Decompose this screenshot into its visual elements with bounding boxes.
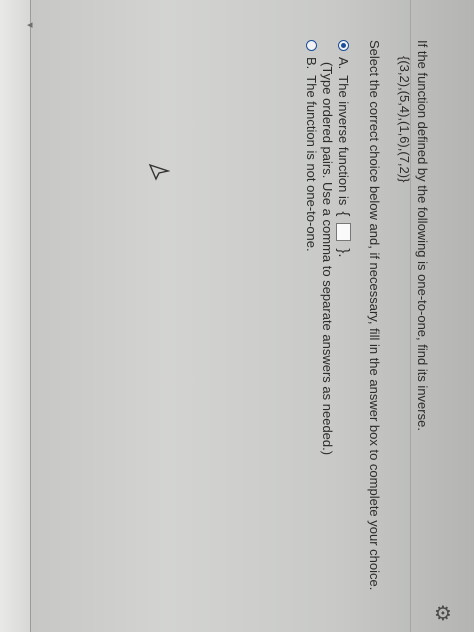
option-b-radio[interactable] (306, 40, 317, 51)
question-prompt: If the function defined by the following… (415, 40, 430, 431)
option-a-brace-open: { (335, 211, 352, 217)
option-a-text: The inverse function is (336, 75, 351, 206)
inverse-answer-input[interactable] (336, 223, 351, 242)
option-a-brace-close: }. (335, 248, 352, 258)
option-b-row[interactable]: B. The function is not one-to-one. (304, 40, 319, 252)
function-set: {(3,2),(5,4),(1,6),(7,2)} (397, 56, 412, 183)
cursor-icon (148, 163, 170, 181)
option-a-letter: A. (336, 57, 351, 70)
option-a-row[interactable]: A. The inverse function is {}. (335, 40, 352, 258)
rotated-screen-content: If the function defined by the following… (0, 0, 474, 632)
instruction-text: Select the correct choice below and, if … (367, 40, 382, 591)
option-a-radio[interactable] (338, 40, 349, 51)
option-a-hint: (Type ordered pairs. Use a comma to sepa… (320, 62, 335, 456)
option-b-letter: B. (304, 57, 319, 70)
option-b-text: The function is not one-to-one. (304, 75, 319, 252)
